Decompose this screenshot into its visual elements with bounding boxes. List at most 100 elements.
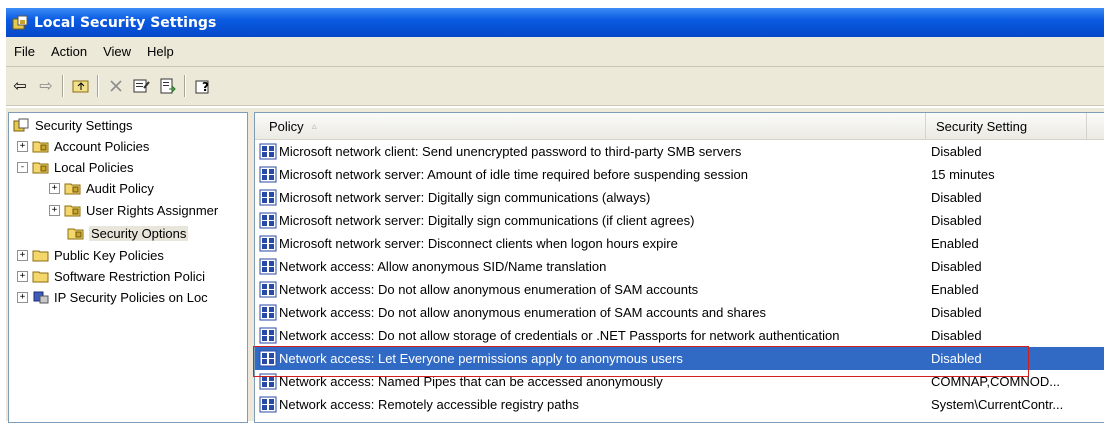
expand-icon[interactable]: + [17, 140, 28, 152]
policy-list[interactable]: Policy ▵ Security Setting Microsoft netw… [254, 112, 1104, 423]
up-folder-icon [72, 80, 89, 93]
table-row[interactable]: Network access: Do not allow anonymous e… [255, 278, 1104, 301]
tree-node-label: IP Security Policies on Loc [54, 289, 208, 305]
table-row[interactable]: Microsoft network server: Digitally sign… [255, 186, 1104, 209]
column-header-setting-label: Security Setting [936, 118, 1028, 134]
tree-root-label: Security Settings [35, 117, 133, 133]
policy-setting-icon [259, 350, 277, 367]
tree-node-audit-policy[interactable]: + Audit Policy [49, 178, 154, 198]
tree-root[interactable]: Security Settings [13, 115, 133, 135]
export-list-button[interactable] [156, 74, 180, 98]
policy-name: Network access: Let Everyone permissions… [279, 351, 683, 366]
toolbar-separator [97, 75, 98, 97]
tree-node-public-key[interactable]: + Public Key Policies [17, 245, 164, 265]
policy-setting: Disabled [931, 259, 982, 274]
policy-setting-icon [259, 166, 277, 183]
help-icon: ? [195, 80, 209, 94]
table-row[interactable]: Microsoft network server: Digitally sign… [255, 209, 1104, 232]
expand-icon[interactable]: + [17, 291, 28, 303]
policy-setting: Disabled [931, 351, 982, 366]
help-button[interactable]: ? [191, 74, 215, 98]
policy-setting: Disabled [931, 190, 982, 205]
folder-icon [32, 271, 49, 283]
toolbar-separator [184, 75, 185, 97]
policy-setting: Disabled [931, 328, 982, 343]
console-tree[interactable]: Security Settings + Account Policies - L… [8, 112, 248, 423]
policy-setting: System\CurrentContr... [931, 397, 1064, 412]
table-row[interactable]: Network access: Do not allow storage of … [255, 324, 1104, 347]
properties-button[interactable] [130, 74, 154, 98]
tree-node-label: Account Policies [54, 138, 150, 154]
tree-node-label: Software Restriction Polici [54, 268, 205, 284]
tree-node-local-policies[interactable]: - Local Policies [17, 157, 134, 177]
delete-button[interactable] [104, 74, 128, 98]
tree-node-label: Security Options [89, 225, 189, 241]
policy-name: Microsoft network server: Digitally sign… [279, 213, 695, 228]
column-header-policy[interactable]: Policy ▵ [255, 113, 926, 139]
tree-node-user-rights[interactable]: + User Rights Assignmer [49, 200, 218, 220]
tree-node-ip-security[interactable]: + IP Security Policies on Loc [17, 287, 208, 307]
table-row[interactable]: Network access: Named Pipes that can be … [255, 370, 1104, 393]
list-header: Policy ▵ Security Setting [255, 113, 1104, 140]
column-header-setting[interactable]: Security Setting [926, 113, 1087, 139]
menu-action[interactable]: Action [43, 44, 95, 59]
window-title: Local Security Settings [34, 14, 217, 31]
policy-name: Network access: Do not allow storage of … [279, 328, 840, 343]
tree-node-label: Local Policies [54, 159, 134, 175]
folder-icon [32, 250, 49, 262]
menu-bar: File Action View Help [6, 37, 1104, 67]
policy-setting-icon [259, 189, 277, 206]
table-row[interactable]: Network access: Do not allow anonymous e… [255, 301, 1104, 324]
policy-folder-icon [32, 141, 49, 153]
table-row[interactable]: Microsoft network server: Disconnect cli… [255, 232, 1104, 255]
back-button[interactable]: ⇦ [8, 74, 32, 98]
policy-setting: Enabled [931, 236, 979, 251]
menu-view[interactable]: View [95, 44, 139, 59]
column-header-policy-label: Policy [269, 118, 304, 134]
policy-setting-icon [259, 281, 277, 298]
expand-icon[interactable]: + [17, 270, 28, 282]
policy-folder-icon [64, 205, 81, 217]
policy-setting-icon [259, 304, 277, 321]
table-row[interactable]: Microsoft network client: Send unencrypt… [255, 140, 1104, 163]
policy-setting-icon [259, 235, 277, 252]
menu-file[interactable]: File [6, 44, 43, 59]
forward-button[interactable]: ⇨ [34, 74, 58, 98]
tree-node-label: Public Key Policies [54, 247, 164, 263]
table-row[interactable]: Network access: Remotely accessible regi… [255, 393, 1104, 416]
tree-node-security-options[interactable]: Security Options [67, 223, 189, 243]
policy-name: Microsoft network client: Send unencrypt… [279, 144, 742, 159]
ip-security-icon [33, 291, 49, 304]
table-row[interactable]: Microsoft network server: Amount of idle… [255, 163, 1104, 186]
toolbar-separator [62, 75, 63, 97]
title-bar[interactable]: Local Security Settings [6, 8, 1104, 37]
policy-setting-icon [259, 327, 277, 344]
toolbar: ⇦ ⇨ ? [6, 67, 1104, 106]
export-list-icon [160, 78, 176, 94]
tree-node-label: User Rights Assignmer [86, 202, 219, 218]
policy-setting-icon [259, 143, 277, 160]
table-row[interactable]: Network access: Let Everyone permissions… [255, 347, 1104, 370]
policy-setting: Disabled [931, 305, 982, 320]
expand-icon[interactable]: + [17, 249, 28, 261]
policy-name: Microsoft network server: Digitally sign… [279, 190, 651, 205]
properties-icon [133, 79, 150, 93]
tree-node-software-restriction[interactable]: + Software Restriction Polici [17, 266, 205, 286]
tree-node-label: Audit Policy [86, 180, 154, 196]
policy-folder-open-icon [67, 228, 84, 240]
policy-name: Network access: Named Pipes that can be … [279, 374, 663, 389]
policy-setting-icon [259, 258, 277, 275]
collapse-icon[interactable]: - [17, 161, 28, 173]
table-row[interactable]: Network access: Allow anonymous SID/Name… [255, 255, 1104, 278]
up-folder-button[interactable] [69, 74, 93, 98]
forward-arrow-icon: ⇨ [39, 78, 53, 95]
tree-node-account-policies[interactable]: + Account Policies [17, 136, 149, 156]
menu-help[interactable]: Help [139, 44, 182, 59]
policy-name: Microsoft network server: Disconnect cli… [279, 236, 678, 251]
expand-icon[interactable]: + [49, 204, 60, 216]
top-strip [0, 0, 1104, 8]
policy-setting: Enabled [931, 282, 979, 297]
expand-icon[interactable]: + [49, 182, 60, 194]
policy-name: Network access: Remotely accessible regi… [279, 397, 579, 412]
policy-folder-icon [64, 183, 81, 195]
